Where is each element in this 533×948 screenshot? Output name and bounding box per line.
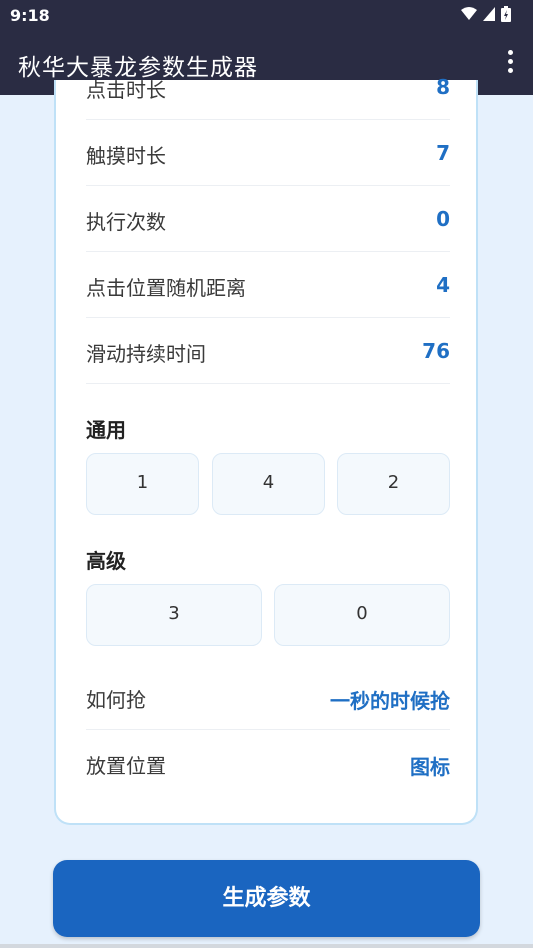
section-title-advanced: 高级 [86,549,126,573]
param-row-swipe-duration[interactable]: 滑动持续时间 76 [86,318,450,384]
param-row-how-to-grab[interactable]: 如何抢 一秒的时候抢 [86,664,450,730]
param-value: 图标 [410,755,450,779]
param-label: 放置位置 [86,754,166,778]
param-row-touch-duration[interactable]: 触摸时长 7 [86,120,450,186]
param-value: 7 [436,141,450,165]
param-label: 点击时长 [86,78,166,102]
battery-icon [501,6,511,22]
param-label: 点击位置随机距离 [86,276,246,300]
settings-card: 点击时长 8 触摸时长 7 执行次数 0 点击位置随机距离 4 滑动持续时间 7… [54,75,478,825]
signal-icon [483,7,495,21]
status-time: 9:18 [10,6,50,25]
param-row-click-duration[interactable]: 点击时长 8 [86,54,450,120]
param-row-placement[interactable]: 放置位置 图标 [86,730,450,796]
status-icons [461,6,511,22]
param-label: 如何抢 [86,688,146,712]
param-label: 触摸时长 [86,144,166,168]
param-label: 执行次数 [86,210,166,234]
generate-button[interactable]: 生成参数 [53,860,480,937]
param-row-random-distance[interactable]: 点击位置随机距离 4 [86,252,450,318]
param-value: 8 [436,75,450,99]
advanced-option[interactable]: 0 [274,584,450,646]
wifi-icon [461,7,477,20]
param-label: 滑动持续时间 [86,342,206,366]
status-bar: 9:18 [0,0,533,32]
section-title-general: 通用 [86,418,126,442]
general-option[interactable]: 1 [86,453,199,515]
general-option[interactable]: 4 [212,453,325,515]
more-options-icon[interactable] [505,50,515,78]
param-value: 76 [422,339,450,363]
param-value: 4 [436,273,450,297]
param-value: 一秒的时候抢 [330,689,450,713]
general-option[interactable]: 2 [337,453,450,515]
param-row-exec-count[interactable]: 执行次数 0 [86,186,450,252]
param-value: 0 [436,207,450,231]
advanced-option[interactable]: 3 [86,584,262,646]
navigation-bar [0,944,533,948]
